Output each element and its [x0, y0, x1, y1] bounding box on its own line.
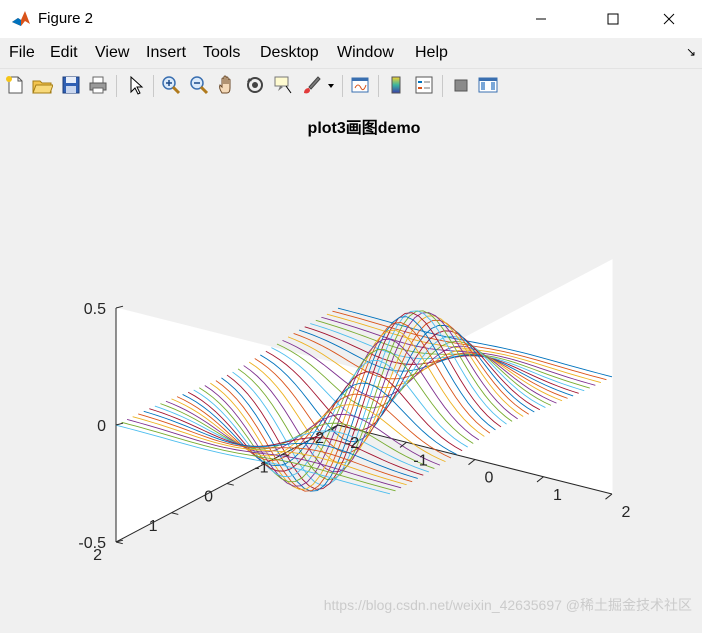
y-tick-label: 2 — [93, 547, 102, 564]
menu-tools[interactable]: Tools — [203, 44, 240, 62]
toolbar-separator — [342, 75, 343, 97]
toolbar-separator — [442, 75, 443, 97]
y-tick — [171, 512, 179, 515]
toolbar-separator — [378, 75, 379, 97]
dock-arrow-icon[interactable]: ↘ — [686, 45, 696, 59]
close-icon — [663, 13, 675, 25]
y-tick — [115, 541, 123, 545]
open-file-icon[interactable] — [31, 74, 53, 96]
y-tick-label: -2 — [310, 430, 324, 447]
window-title: Figure 2 — [38, 10, 94, 27]
hide-plot-tools-icon[interactable] — [450, 74, 472, 96]
matlab-logo-icon — [11, 9, 31, 29]
maximize-icon — [607, 13, 619, 25]
figure-toolbar — [0, 68, 702, 104]
z-tick-label: 0 — [97, 418, 106, 435]
rotate-3d-icon[interactable] — [244, 74, 266, 96]
toolbar-separator — [116, 75, 117, 97]
x-tick — [468, 459, 476, 466]
toolbar-separator — [153, 75, 154, 97]
y-tick-label: -1 — [254, 459, 268, 476]
pan-hand-icon[interactable] — [216, 74, 238, 96]
watermark: https://blog.csdn.net/weixin_42635697 @稀… — [324, 597, 692, 613]
x-tick-label: 1 — [553, 487, 562, 504]
y-tick-label: 0 — [204, 489, 213, 506]
menu-view[interactable]: View — [95, 44, 129, 62]
menu-file[interactable]: File — [9, 44, 35, 62]
y-tick — [226, 483, 234, 486]
z-tick-label: 0.5 — [84, 301, 106, 318]
insert-colorbar-icon[interactable] — [385, 74, 407, 96]
zoom-out-icon[interactable] — [188, 74, 210, 96]
window-titlebar[interactable]: Figure 2 — [0, 0, 702, 38]
print-icon[interactable] — [87, 74, 109, 96]
edit-plot-cursor-icon[interactable] — [125, 74, 147, 96]
brush-icon[interactable] — [300, 74, 322, 96]
show-plot-tools-icon[interactable] — [477, 74, 499, 96]
close-button[interactable] — [646, 0, 692, 38]
new-figure-icon[interactable] — [4, 74, 26, 96]
x-tick — [605, 493, 613, 500]
x-tick-label: 2 — [622, 504, 631, 521]
insert-legend-icon[interactable] — [413, 74, 435, 96]
link-plot-icon[interactable] — [349, 74, 371, 96]
menu-window[interactable]: Window — [337, 44, 394, 62]
menu-desktop[interactable]: Desktop — [260, 44, 319, 62]
x-tick-label: -1 — [413, 452, 427, 469]
minimize-icon — [536, 18, 546, 20]
chart-title: plot3画图demo — [308, 119, 421, 137]
data-cursor-icon[interactable] — [272, 74, 294, 96]
save-icon[interactable] — [60, 74, 82, 96]
minimize-button[interactable] — [518, 0, 564, 38]
menu-edit[interactable]: Edit — [50, 44, 78, 62]
plot3-chart[interactable]: plot3画图demo -0.500.5-2-1012-2-1012 https… — [0, 103, 702, 628]
zoom-in-icon[interactable] — [160, 74, 182, 96]
x-tick — [536, 476, 544, 483]
x-tick-label: 0 — [485, 470, 494, 487]
brush-dropdown-icon[interactable] — [326, 74, 336, 96]
maximize-button[interactable] — [590, 0, 636, 38]
figure-canvas: plot3画图demo -0.5 0 0.5 -2 -1 0 1 2 -2 -1 0 1 2 https… — [0, 103, 702, 628]
menu-help[interactable]: Help — [415, 44, 448, 62]
menu-insert[interactable]: Insert — [146, 44, 186, 62]
y-tick-label: 1 — [149, 518, 158, 535]
menu-bar: File Edit View Insert Tools Desktop Wind… — [0, 38, 702, 68]
x-tick-label: -2 — [345, 435, 359, 452]
z-tick — [115, 305, 124, 309]
